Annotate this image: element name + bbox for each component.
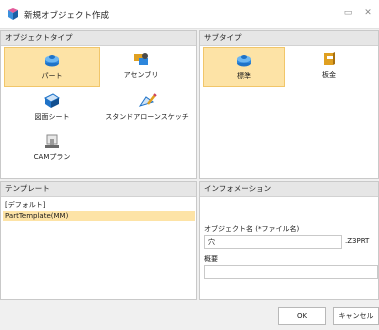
object-name-label: オブジェクト名 (*ファイル名) bbox=[204, 225, 300, 233]
window-title: 新規オブジェクト作成 bbox=[24, 11, 110, 21]
sheet-metal-icon bbox=[324, 52, 335, 65]
information-panel: インフォメーション オブジェクト名 (*ファイル名) 穴 .Z3PRT 概要 bbox=[199, 181, 379, 300]
object-type-standalone-sketch[interactable]: スタンドアローンスケッチ bbox=[101, 89, 193, 127]
object-name-input[interactable]: 穴 bbox=[204, 235, 342, 249]
description-input[interactable] bbox=[204, 265, 378, 279]
cancel-button[interactable]: キャンセル bbox=[333, 307, 379, 325]
sub-type-header: サブタイプ bbox=[200, 31, 378, 46]
object-type-header: オブジェクトタイプ bbox=[1, 31, 196, 46]
object-type-panel: オブジェクトタイプ パート アセンブリ 図面シート スタンドアローンスケッチ C… bbox=[0, 30, 197, 179]
object-type-cam-plan[interactable]: CAMプラン bbox=[4, 129, 100, 169]
sub-type-standard[interactable]: 標準 bbox=[203, 47, 285, 87]
description-label: 概要 bbox=[204, 255, 218, 263]
file-extension-label: .Z3PRT bbox=[345, 237, 370, 245]
object-type-part[interactable]: パート bbox=[4, 47, 100, 87]
template-header: テンプレート bbox=[1, 182, 196, 197]
sub-type-panel: サブタイプ 標準 板金 bbox=[199, 30, 379, 179]
cam-plan-icon bbox=[45, 134, 59, 148]
standard-part-icon bbox=[237, 55, 251, 67]
template-item-default[interactable]: [デフォルト] bbox=[3, 200, 45, 210]
title-bar: 新規オブジェクト作成 ▭ ✕ bbox=[0, 0, 379, 29]
object-type-assembly[interactable]: アセンブリ bbox=[101, 47, 181, 87]
standalone-sketch-icon bbox=[138, 93, 157, 107]
assembly-icon bbox=[134, 53, 148, 65]
part-icon bbox=[45, 55, 59, 67]
app-logo-icon bbox=[8, 8, 18, 20]
object-type-drawing-sheet[interactable]: 図面シート bbox=[4, 89, 100, 127]
template-item-parttemplate-mm[interactable]: PartTemplate(MM) bbox=[3, 211, 195, 221]
information-header: インフォメーション bbox=[200, 182, 378, 197]
restore-icon[interactable]: ▭ bbox=[342, 7, 354, 19]
close-icon[interactable]: ✕ bbox=[362, 7, 374, 19]
sub-type-sheet-metal[interactable]: 板金 bbox=[288, 47, 370, 87]
drawing-sheet-icon bbox=[44, 93, 60, 108]
ok-button[interactable]: OK bbox=[278, 307, 326, 325]
template-panel: テンプレート [デフォルト] PartTemplate(MM) bbox=[0, 181, 197, 300]
